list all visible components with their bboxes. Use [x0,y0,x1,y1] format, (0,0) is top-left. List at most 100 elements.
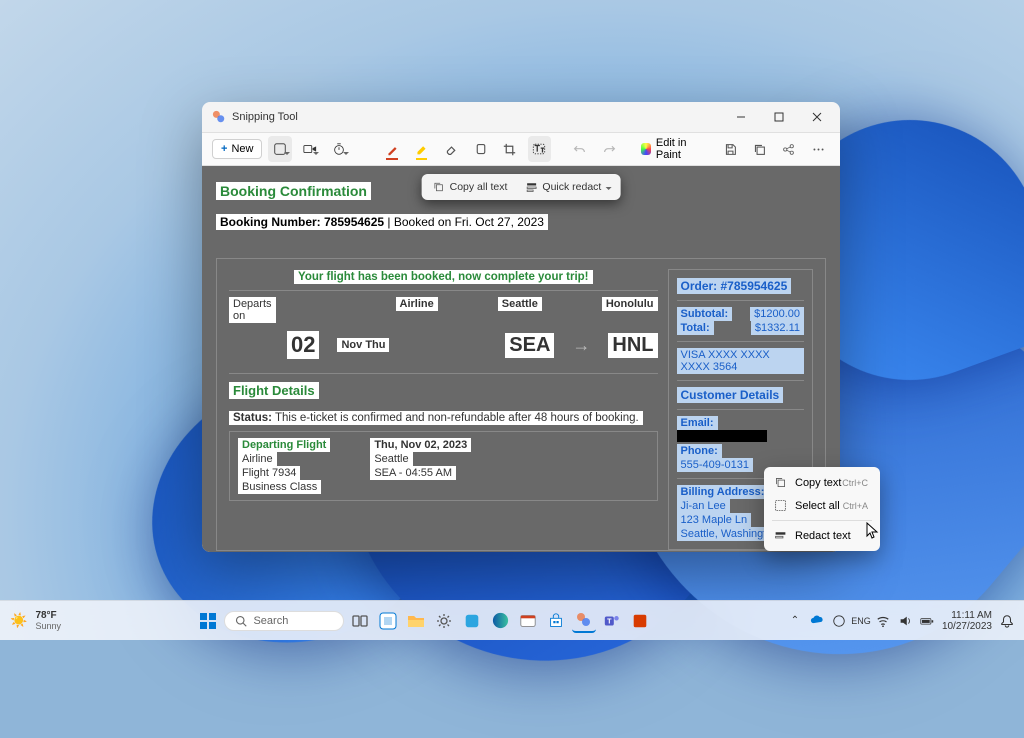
select-all-icon [774,499,787,512]
redacted-email [677,430,767,442]
capture-canvas[interactable]: Copy all text Quick redact Booking Confi… [202,166,840,552]
new-button-label: New [231,143,253,155]
crop-tool[interactable] [498,136,521,162]
start-button[interactable] [196,609,220,633]
volume-icon[interactable] [898,614,912,628]
app-icon [212,110,226,124]
ctx-copy-text[interactable]: Copy textCtrl+C [768,471,876,494]
new-button[interactable]: +New [212,139,262,159]
onedrive-icon[interactable] [810,614,824,628]
departs-label: Departs on [229,297,276,323]
departing-flight-header: Departing Flight [238,438,330,452]
order-title: Order: #785954625 [677,278,792,294]
time: 11:11 AM [942,610,992,621]
temperature: 78°F [35,610,61,621]
dep-time: SEA - 04:55 AM [370,466,456,480]
from-city: Seattle [498,297,542,311]
copy-icon [433,181,445,193]
quick-redact-button[interactable]: Quick redact [517,177,617,197]
titlebar[interactable]: Snipping Tool [202,102,840,132]
more-button[interactable] [807,136,830,162]
highlighter-tool[interactable] [410,136,433,162]
depart-day: 02 [287,331,319,359]
booking-heading: Booking Confirmation [216,182,371,200]
flight-details-heading: Flight Details [229,382,319,399]
arrow-icon: → [572,335,590,356]
wifi-icon[interactable] [876,614,890,628]
record-mode-dropdown[interactable] [298,136,321,162]
paint-icon [641,143,651,155]
weather-text: Sunny [35,621,61,631]
shapes-tool[interactable] [469,136,492,162]
status-text: This e-ticket is confirmed and non-refun… [275,412,639,424]
tray-icon[interactable] [832,614,846,628]
weather-widget[interactable]: 78°F Sunny [35,610,61,631]
edit-in-paint-button[interactable]: Edit in Paint [633,134,712,164]
redo-button[interactable] [598,136,621,162]
billing-address-label: Billing Address: [677,485,769,499]
taskbar-app[interactable] [628,609,652,633]
text-actions-tool[interactable] [528,136,551,162]
battery-icon[interactable] [920,614,934,628]
language-icon[interactable]: ENG [854,614,868,628]
from-code: SEA [505,333,554,358]
mouse-cursor [866,522,880,540]
minimize-button[interactable] [722,103,760,131]
clock[interactable]: 11:11 AM 10/27/2023 [942,610,992,632]
taskbar-app[interactable] [376,609,400,633]
teams-button[interactable]: T [600,609,624,633]
taskbar-app[interactable] [516,609,540,633]
snipping-tool-taskbar[interactable] [572,609,596,633]
ctx-select-all[interactable]: Select allCtrl+A [768,494,876,517]
store-button[interactable] [544,609,568,633]
capture-mode-dropdown[interactable] [268,136,291,162]
delay-dropdown[interactable] [327,136,350,162]
to-city: Honolulu [602,297,658,311]
copy-all-label: Copy all text [450,181,508,193]
redact-icon [774,529,787,542]
depart-month: Nov Thu [337,338,389,352]
chevron-up-icon[interactable]: ⌃ [788,614,802,628]
close-button[interactable] [798,103,836,131]
toolbar: +New Edit in Paint [202,132,840,166]
weather-icon[interactable]: ☀️ [10,612,27,629]
phone-value: 555-409-0131 [677,458,754,472]
window-title: Snipping Tool [232,111,298,123]
pen-tool[interactable] [380,136,403,162]
booked-on: Booked on Fri. Oct 27, 2023 [394,215,544,229]
copy-button[interactable] [748,136,771,162]
share-button[interactable] [777,136,800,162]
edge-button[interactable] [488,609,512,633]
settings-button[interactable] [432,609,456,633]
notifications-icon[interactable] [1000,614,1014,628]
total-value: $1332.11 [751,321,804,335]
undo-button[interactable] [568,136,591,162]
ctx-select-shortcut: Ctrl+A [843,501,868,511]
dep-flight-number: Flight 7934 [238,466,300,480]
card-info: VISA XXXX XXXX XXXX 3564 [677,348,805,374]
copy-all-text-button[interactable]: Copy all text [425,177,516,197]
svg-text:T: T [608,616,613,625]
dep-airline: Airline [238,452,277,466]
quick-redact-label: Quick redact [542,181,601,193]
ctx-copy-shortcut: Ctrl+C [842,478,868,488]
task-view-button[interactable] [348,609,372,633]
save-button[interactable] [718,136,741,162]
email-label: Email: [677,416,718,430]
customer-name: Ji-an Lee [677,499,730,513]
taskbar-app[interactable] [460,609,484,633]
taskbar-search[interactable]: Search [224,611,344,631]
copy-icon [774,476,787,489]
maximize-button[interactable] [760,103,798,131]
search-placeholder: Search [253,615,288,627]
explorer-button[interactable] [404,609,428,633]
taskbar[interactable]: ☀️ 78°F Sunny Search T ⌃ ENG 11:11 AM 10… [0,600,1024,640]
text-actions-bar: Copy all text Quick redact [422,174,621,200]
booking-number: Booking Number: 785954625 [220,215,384,229]
ctx-redact-text[interactable]: Redact text [768,524,876,547]
dep-class: Business Class [238,480,321,494]
eraser-tool[interactable] [439,136,462,162]
customer-details-header: Customer Details [677,387,784,403]
redact-icon [525,181,537,193]
ctx-copy-label: Copy text [795,477,841,489]
